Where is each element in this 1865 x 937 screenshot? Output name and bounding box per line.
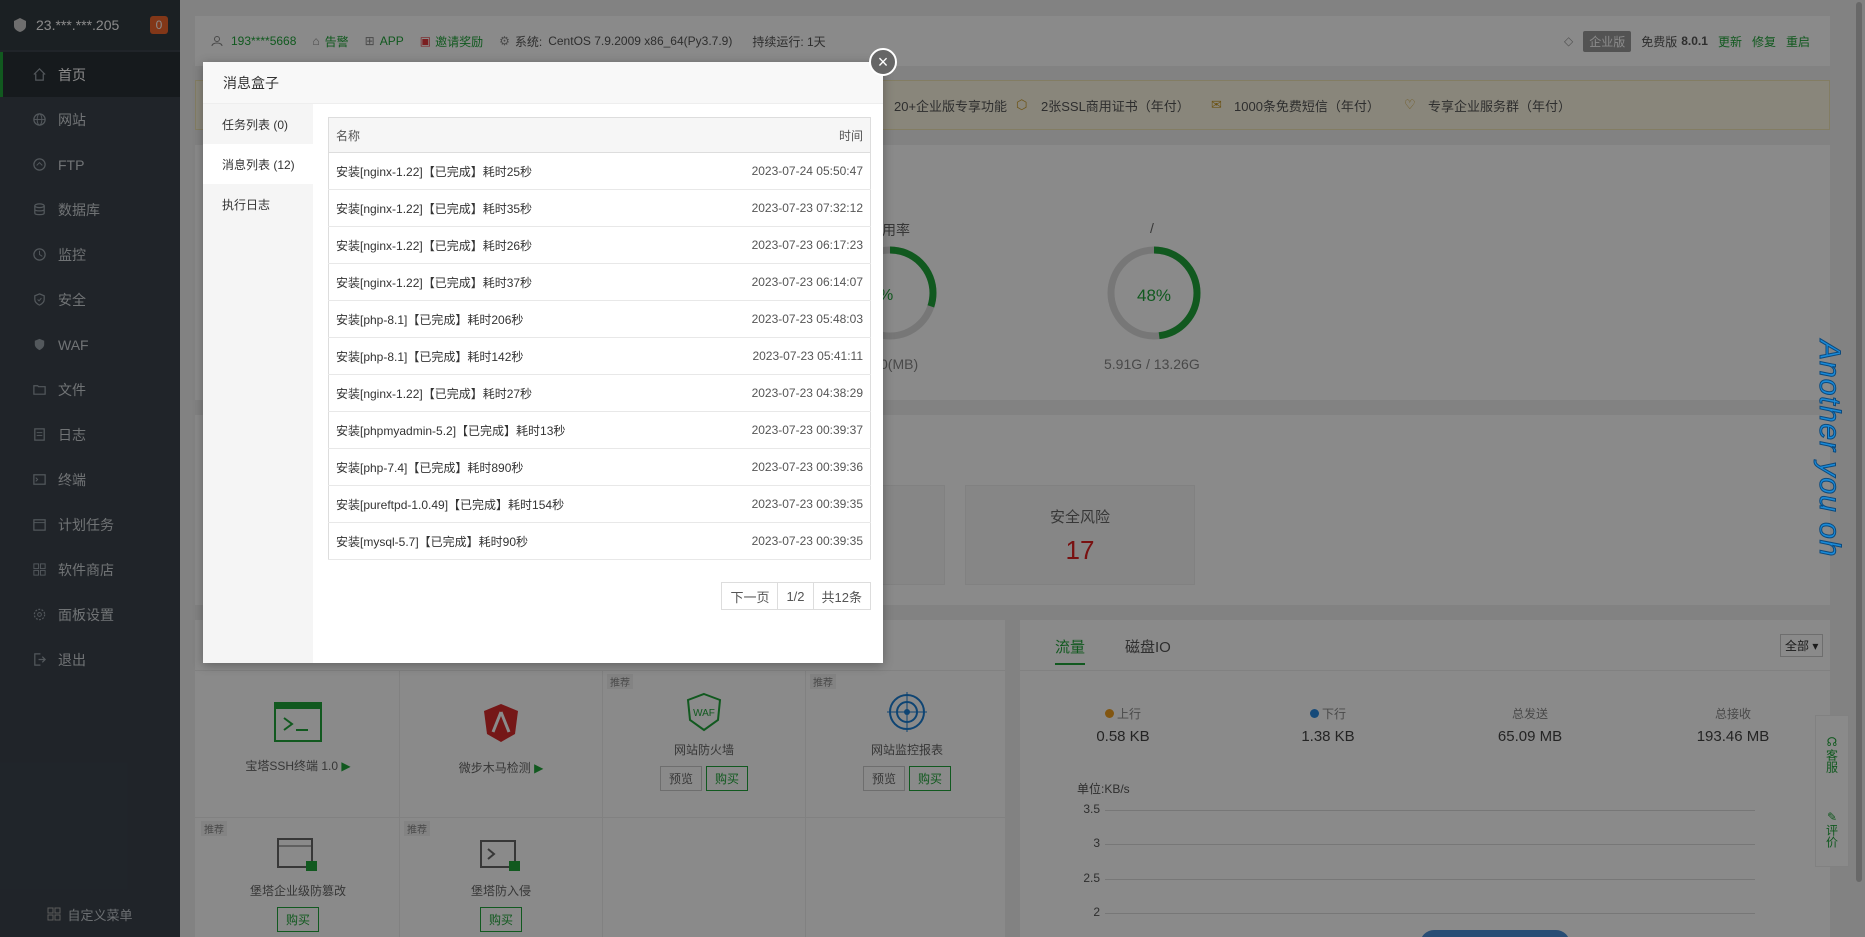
table-row[interactable]: 安装[php-8.1]【已完成】耗时142秒 2023-07-23 05:41:1…	[328, 337, 871, 375]
message-time: 2023-07-24 05:50:47	[685, 152, 871, 190]
message-time: 2023-07-23 00:39:35	[685, 485, 871, 523]
table-row[interactable]: 安装[nginx-1.22]【已完成】耗时37秒 2023-07-23 06:14…	[328, 263, 871, 301]
message-name: 安装[nginx-1.22]【已完成】耗时25秒	[328, 152, 686, 190]
table-row[interactable]: 安装[php-7.4]【已完成】耗时890秒 2023-07-23 00:39:3…	[328, 448, 871, 486]
message-time: 2023-07-23 06:14:07	[685, 263, 871, 301]
tab-exec-log[interactable]: 执行日志	[203, 184, 313, 224]
column-name-header: 名称	[328, 117, 686, 153]
table-row[interactable]: 安装[pureftpd-1.0.49]【已完成】耗时154秒 2023-07-23…	[328, 485, 871, 523]
page-indicator: 1/2	[778, 583, 814, 609]
message-name: 安装[nginx-1.22]【已完成】耗时35秒	[328, 189, 686, 227]
tab-message-list[interactable]: 消息列表 (12)	[203, 144, 313, 184]
message-name: 安装[nginx-1.22]【已完成】耗时37秒	[328, 263, 686, 301]
message-table-area: 名称 时间 安装[nginx-1.22]【已完成】耗时25秒 2023-07-24…	[328, 117, 871, 560]
modal-tabs: 任务列表 (0) 消息列表 (12) 执行日志	[203, 104, 313, 663]
table-row[interactable]: 安装[mysql-5.7]【已完成】耗时90秒 2023-07-23 00:39:…	[328, 522, 871, 560]
message-name: 安装[mysql-5.7]【已完成】耗时90秒	[328, 522, 686, 560]
message-time: 2023-07-23 00:39:37	[685, 411, 871, 449]
watermark-text: Another you oh	[1813, 339, 1847, 558]
close-icon[interactable]: ×	[869, 48, 897, 76]
tab-task-list[interactable]: 任务列表 (0)	[203, 104, 313, 144]
message-time: 2023-07-23 00:39:36	[685, 448, 871, 486]
message-name: 安装[pureftpd-1.0.49]【已完成】耗时154秒	[328, 485, 686, 523]
table-row[interactable]: 安装[phpmyadmin-5.2]【已完成】耗时13秒 2023-07-23 0…	[328, 411, 871, 449]
total-count: 共12条	[821, 589, 862, 605]
message-name: 安装[php-8.1]【已完成】耗时206秒	[328, 300, 686, 338]
message-name: 安装[nginx-1.22]【已完成】耗时26秒	[328, 226, 686, 264]
message-name: 安装[php-8.1]【已完成】耗时142秒	[328, 337, 686, 375]
message-box-modal: 消息盒子 × 任务列表 (0) 消息列表 (12) 执行日志 名称 时间 安装[…	[203, 48, 897, 663]
table-header-row: 名称 时间	[328, 117, 871, 153]
message-time: 2023-07-23 04:38:29	[685, 374, 871, 412]
message-time: 2023-07-23 05:48:03	[685, 300, 871, 338]
table-row[interactable]: 安装[nginx-1.22]【已完成】耗时35秒 2023-07-23 07:32…	[328, 189, 871, 227]
message-time: 2023-07-23 07:32:12	[685, 189, 871, 227]
table-row[interactable]: 安装[nginx-1.22]【已完成】耗时27秒 2023-07-23 04:38…	[328, 374, 871, 412]
next-page-button[interactable]: 下一页	[722, 583, 779, 609]
table-row[interactable]: 安装[nginx-1.22]【已完成】耗时26秒 2023-07-23 06:17…	[328, 226, 871, 264]
column-time-header: 时间	[685, 117, 871, 153]
pagination: 下一页 1/2 共12条	[721, 582, 871, 610]
table-row[interactable]: 安装[php-8.1]【已完成】耗时206秒 2023-07-23 05:48:0…	[328, 300, 871, 338]
message-time: 2023-07-23 05:41:11	[685, 337, 871, 375]
message-table: 名称 时间 安装[nginx-1.22]【已完成】耗时25秒 2023-07-24…	[328, 117, 871, 560]
message-name: 安装[nginx-1.22]【已完成】耗时27秒	[328, 374, 686, 412]
modal-title: 消息盒子	[203, 62, 883, 104]
message-name: 安装[php-7.4]【已完成】耗时890秒	[328, 448, 686, 486]
message-time: 2023-07-23 06:17:23	[685, 226, 871, 264]
table-row[interactable]: 安装[nginx-1.22]【已完成】耗时25秒 2023-07-24 05:50…	[328, 152, 871, 190]
message-name: 安装[phpmyadmin-5.2]【已完成】耗时13秒	[328, 411, 686, 449]
message-time: 2023-07-23 00:39:35	[685, 522, 871, 560]
